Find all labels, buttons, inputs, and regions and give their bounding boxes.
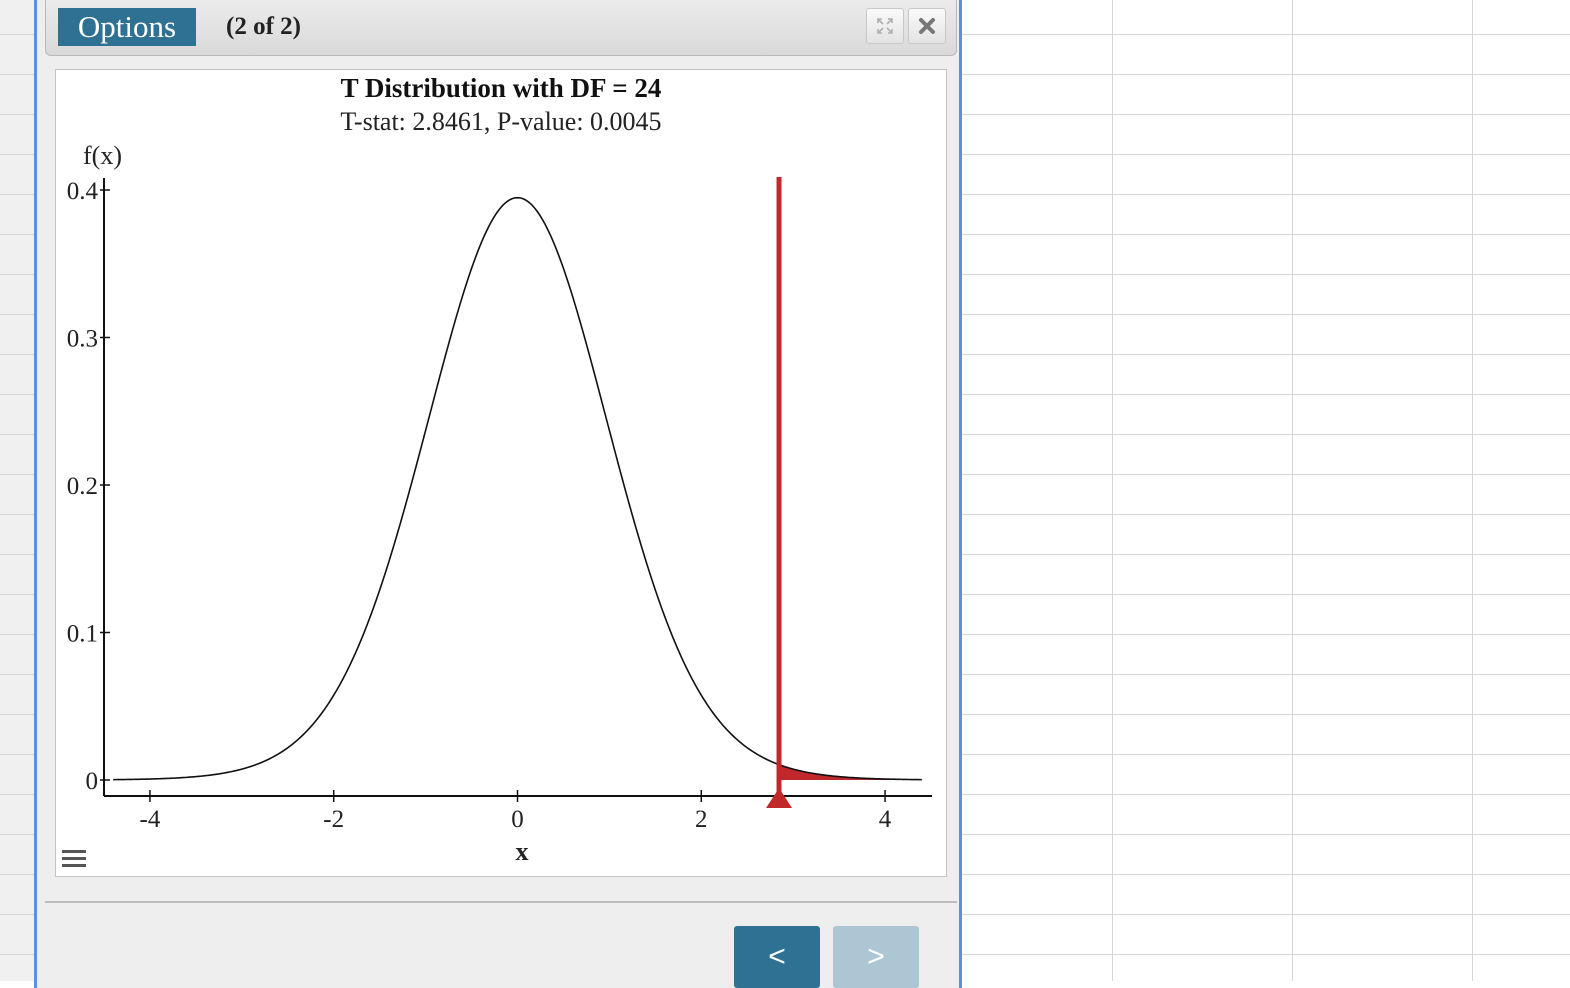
page-count: (2 of 2)	[226, 13, 301, 40]
output-dialog: Options (2 of 2) T Distribution with DF …	[34, 0, 962, 988]
y-axis-label: f(x)	[83, 141, 122, 170]
chart-subtitle: T-stat: 2.8461, P-value: 0.0045	[340, 107, 661, 136]
x-axis-label: x	[516, 837, 529, 866]
row-header	[0, 0, 34, 981]
x-tick-label: -2	[323, 806, 344, 833]
y-tick-label: 0.3	[67, 326, 98, 353]
close-button[interactable]	[908, 8, 946, 44]
density-curve	[113, 196, 922, 781]
options-button[interactable]: Options	[58, 8, 196, 46]
chart-container: T Distribution with DF = 24 T-stat: 2.84…	[55, 69, 947, 877]
x-tick-label: 0	[511, 806, 524, 833]
y-tick-label: 0	[86, 768, 99, 795]
y-tick-label: 0.4	[67, 178, 99, 205]
t-distribution-chart: T Distribution with DF = 24 T-stat: 2.84…	[67, 73, 932, 866]
y-tick-label: 0.2	[67, 473, 98, 500]
x-tick-label: 4	[879, 806, 892, 833]
dialog-titlebar: Options (2 of 2)	[45, 0, 957, 56]
chart-title: T Distribution with DF = 24	[341, 73, 662, 103]
divider	[45, 901, 957, 903]
close-icon	[919, 18, 935, 34]
x-tick-label: -4	[140, 806, 161, 833]
previous-button[interactable]: <	[734, 926, 820, 988]
t-stat-marker	[766, 788, 793, 808]
expand-button[interactable]	[866, 8, 904, 44]
next-button[interactable]: >	[833, 926, 919, 988]
expand-icon	[877, 18, 893, 34]
y-tick-label: 0.1	[67, 621, 98, 648]
menu-icon[interactable]	[62, 848, 86, 872]
x-tick-label: 2	[695, 806, 708, 833]
